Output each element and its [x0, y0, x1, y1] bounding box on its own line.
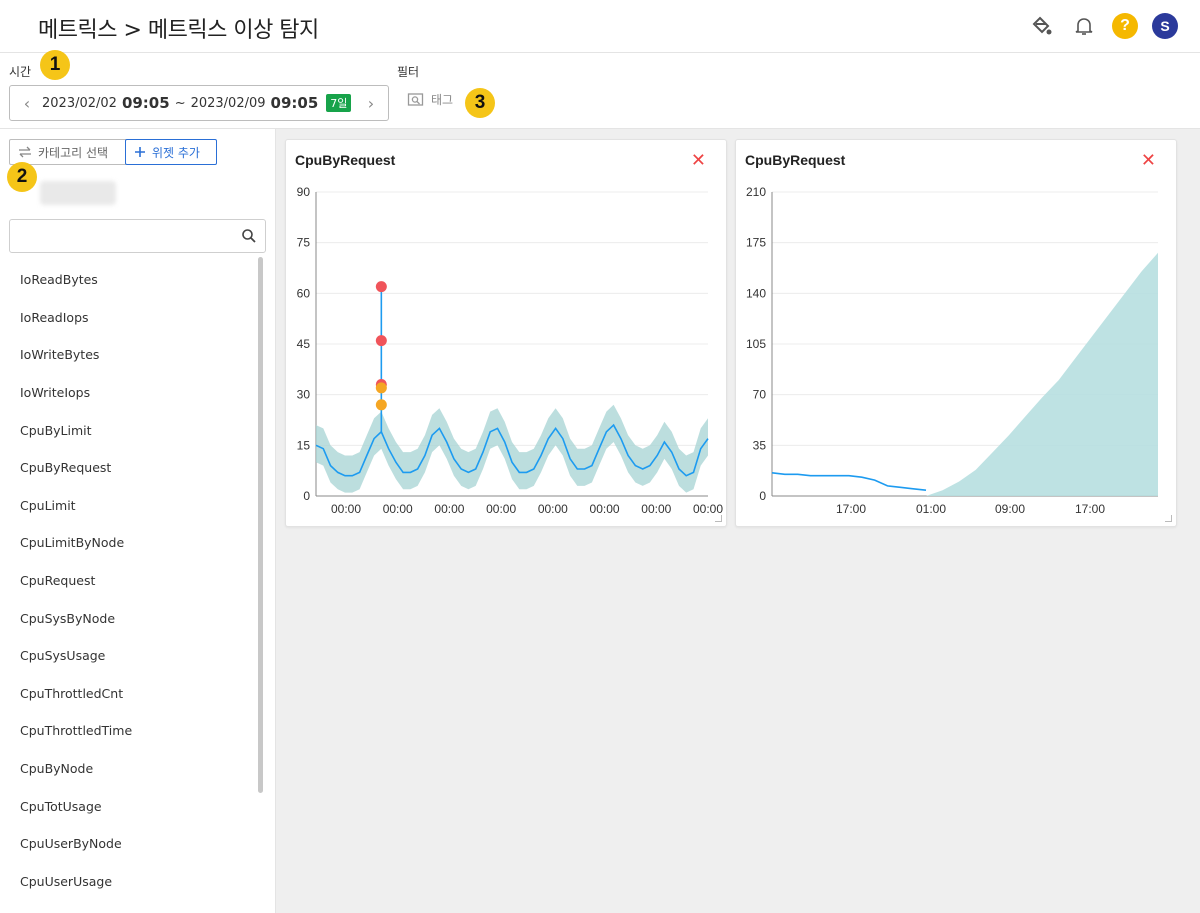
filter-label: 필터: [397, 65, 420, 79]
x-tick-label: 17:00: [836, 502, 866, 516]
area-fill: [926, 252, 1158, 496]
metric-list-item[interactable]: CpuTotUsage: [0, 787, 256, 825]
series-line: [771, 472, 927, 491]
x-tick-label: 00:00: [538, 502, 568, 516]
scrollbar[interactable]: [258, 257, 263, 793]
page-title: 메트릭스 > 메트릭스 이상 탐지: [38, 18, 319, 43]
metric-list-item[interactable]: CpuLimit: [0, 487, 256, 525]
filter-bar: 시간 1 ‹ 2023/02/02 09:05 ~ 2023/02/09 09:…: [0, 50, 1200, 129]
anomaly-line-chart: 0 15 30 45 60 75 90 00:00 00:00 00:00 00:00 00:00 00…: [297, 185, 724, 516]
y-tick-label: 60: [297, 286, 311, 300]
callout-3: 3: [465, 88, 495, 118]
y-tick-label: 140: [746, 286, 766, 300]
tag-search-icon: [407, 92, 424, 106]
resize-handle[interactable]: [715, 515, 722, 522]
x-tick-label: 00:00: [383, 502, 413, 516]
anomaly-point: [375, 399, 387, 411]
metric-list-item[interactable]: CpuRequest: [0, 562, 256, 600]
x-tick-label: 09:00: [995, 502, 1025, 516]
time-range-picker[interactable]: ‹ 2023/02/02 09:05 ~ 2023/02/09 09:05 7일…: [9, 85, 389, 121]
start-date: 2023/02/02: [42, 95, 117, 111]
y-tick-label: 15: [297, 438, 311, 452]
widget-card: CpuByRequest ✕ 0 35 70 105 140 175 210 17:00 01:…: [735, 139, 1177, 527]
days-badge: 7일: [326, 94, 352, 112]
anomaly-point: [375, 335, 387, 347]
close-icon[interactable]: ✕: [691, 150, 706, 171]
header-icons: ? S: [1028, 12, 1178, 40]
anomaly-point: [375, 382, 387, 394]
search-icon: [242, 229, 256, 243]
metric-list-item[interactable]: CpuUserUsage: [0, 863, 256, 901]
blurred-chip: [40, 181, 116, 205]
help-icon[interactable]: ?: [1112, 13, 1138, 39]
sidebar: 카테고리 선택 위젯 추가 2 IoReadBytes IoReadIops IoW…: [0, 129, 276, 913]
close-icon[interactable]: ✕: [1141, 150, 1156, 171]
metric-list-item[interactable]: CpuThrottledTime: [0, 712, 256, 750]
y-tick-label: 70: [753, 388, 767, 402]
resize-handle[interactable]: [1165, 515, 1172, 522]
add-widget-label: 위젯 추가: [152, 145, 200, 160]
y-tick-label: 30: [297, 388, 311, 402]
paint-bucket-icon[interactable]: [1028, 12, 1056, 40]
y-tick-label: 210: [746, 185, 766, 199]
metric-list-item[interactable]: IoWriteBytes: [0, 336, 256, 374]
end-time: 09:05: [270, 94, 319, 112]
x-tick-label: 00:00: [641, 502, 671, 516]
metric-list-item[interactable]: CpuThrottledCnt: [0, 675, 256, 713]
header: 메트릭스 > 메트릭스 이상 탐지 ? S: [0, 0, 1200, 53]
y-tick-label: 0: [759, 489, 766, 503]
x-tick-label: 00:00: [486, 502, 516, 516]
start-time: 09:05: [121, 94, 170, 112]
widget-title: CpuByRequest: [745, 152, 846, 168]
area-chart: 0 35 70 105 140 175 210 17:00 01:00 09:00 17:00: [746, 185, 1158, 516]
y-tick-label: 175: [746, 236, 766, 250]
time-label: 시간: [9, 65, 32, 79]
callout-2: 2: [7, 162, 37, 192]
widget-title: CpuByRequest: [295, 152, 396, 168]
metric-list-item[interactable]: CpuByLimit: [0, 411, 256, 449]
bell-icon[interactable]: [1070, 12, 1098, 40]
metric-list-item[interactable]: CpuSysUsage: [0, 637, 256, 675]
metric-list-item[interactable]: CpuUserByNode: [0, 825, 256, 863]
metric-list-item[interactable]: IoReadIops: [0, 299, 256, 337]
metric-list-item[interactable]: IoReadBytes: [0, 261, 256, 299]
category-select-label: 카테고리 선택: [38, 145, 109, 160]
range-separator: ~: [174, 95, 186, 111]
widget-area: CpuByRequest ✕ 0 15 30 45 60 75 90 00:00 00:00 00…: [276, 129, 1200, 913]
metric-list-item[interactable]: CpuByRequest: [0, 449, 256, 487]
x-tick-label: 00:00: [331, 502, 361, 516]
y-tick-label: 75: [297, 236, 311, 250]
x-tick-label: 17:00: [1075, 502, 1105, 516]
metric-list-item[interactable]: CpuSysByNode: [0, 599, 256, 637]
confidence-band: [316, 404, 708, 493]
tag-label: 태그: [431, 93, 454, 107]
search-input[interactable]: [9, 219, 266, 253]
chevron-left-icon[interactable]: ‹: [18, 94, 36, 113]
plus-icon: [135, 147, 145, 157]
y-tick-label: 45: [297, 337, 311, 351]
metric-list-item[interactable]: CpuLimitByNode: [0, 524, 256, 562]
tag-filter-button[interactable]: 태그: [407, 91, 453, 108]
metric-list: IoReadBytes IoReadIops IoWriteBytes IoWrite…: [0, 261, 256, 900]
x-tick-label: 00:00: [693, 502, 723, 516]
x-tick-label: 00:00: [590, 502, 620, 516]
avatar[interactable]: S: [1152, 13, 1178, 39]
metric-list-item[interactable]: CpuByNode: [0, 750, 256, 788]
y-tick-label: 90: [297, 185, 311, 199]
y-tick-label: 105: [746, 337, 766, 351]
callout-1: 1: [40, 50, 70, 80]
end-date: 2023/02/09: [190, 95, 266, 111]
swap-icon: [19, 146, 31, 158]
anomaly-point: [375, 281, 387, 293]
widget-card: CpuByRequest ✕ 0 15 30 45 60 75 90 00:00 00:00 00…: [285, 139, 727, 527]
add-widget-button[interactable]: 위젯 추가: [125, 139, 217, 165]
chevron-right-icon[interactable]: ›: [362, 94, 380, 113]
category-select-button[interactable]: 카테고리 선택: [9, 139, 127, 165]
metric-list-item[interactable]: IoWriteIops: [0, 374, 256, 412]
y-tick-label: 35: [753, 438, 767, 452]
x-tick-label: 00:00: [434, 502, 464, 516]
x-tick-label: 01:00: [916, 502, 946, 516]
y-tick-label: 0: [303, 489, 310, 503]
